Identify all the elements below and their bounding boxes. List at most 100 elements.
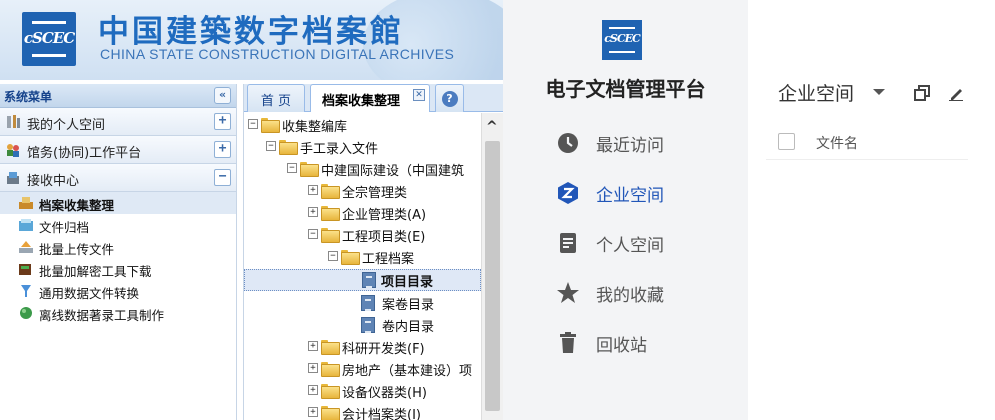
platform-logo: cSCEC <box>602 20 642 60</box>
select-all-checkbox[interactable] <box>778 133 795 150</box>
nav-item-favorites[interactable]: 我的收藏 <box>555 278 735 308</box>
tab-help[interactable]: ? <box>435 84 464 112</box>
menu-group-receiving-center[interactable]: 接收中心 − <box>0 164 236 192</box>
archive-tree: − 收集整编库 − 手工录入文件 − 中建国际建设（中国建筑 + 全宗管理类 +… <box>244 113 481 420</box>
tree-toggle-icon[interactable]: + <box>308 185 318 195</box>
menu-item-offline-tool[interactable]: 离线数据著录工具制作 <box>0 302 236 324</box>
tree-toggle-icon[interactable]: − <box>287 163 297 173</box>
nav-item-personal-space[interactable]: 个人空间 <box>555 228 735 258</box>
folder-icon <box>261 118 280 133</box>
folder-icon <box>321 384 340 399</box>
menu-item-encrypt-tool-download[interactable]: 批量加解密工具下载 <box>0 258 236 280</box>
archive-collect-icon <box>19 197 33 209</box>
tab-home[interactable]: 首 页 <box>247 84 305 112</box>
edit-icon[interactable] <box>948 85 964 101</box>
tree-toggle-icon[interactable]: + <box>308 407 318 417</box>
menu-item-file-archive[interactable]: 文件归档 <box>0 214 236 236</box>
modern-document-platform: cSCEC 电子文档管理平台 最近访问 企业空间 个人空间 我的收藏 回收站 企… <box>503 0 995 420</box>
tools-icon <box>7 115 20 128</box>
tree-toggle-icon[interactable]: − <box>328 251 338 261</box>
menu-item-archive-collection[interactable]: 档案收集整理 <box>0 192 236 214</box>
inbox-icon <box>7 172 19 184</box>
tree-node-label: 案卷目录 <box>382 298 435 313</box>
logo-text: cSCEC <box>23 29 75 47</box>
archive-banner: cSCEC 中国建築数字档案館 CHINA STATE CONSTRUCTION… <box>0 0 503 80</box>
tree-node-label: 会计档案类(I) <box>342 408 421 420</box>
expand-toggle[interactable]: + <box>214 113 231 130</box>
tree-toggle-icon[interactable]: − <box>266 141 276 151</box>
folder-icon <box>321 184 340 199</box>
nav-item-label: 我的收藏 <box>596 286 664 306</box>
file-table-header: 文件名 <box>766 124 968 160</box>
legacy-archive-system: cSCEC 中国建築数字档案館 CHINA STATE CONSTRUCTION… <box>0 0 503 420</box>
tab-archive-collection[interactable]: 档案收集整理 ✕ <box>310 84 430 112</box>
menu-group-label: 馆务(协同)工作平台 <box>27 146 142 161</box>
menu-group-label: 我的个人空间 <box>27 118 106 133</box>
copy-icon[interactable] <box>914 85 930 101</box>
menu-item-label: 档案收集整理 <box>39 198 115 213</box>
tree-scrollbar[interactable]: ^ <box>481 113 503 420</box>
tree-node-label: 收集整编库 <box>282 120 348 135</box>
tab-bar: 首 页 档案收集整理 ✕ ? <box>244 84 503 112</box>
system-menu-panel: 系统菜单 « 我的个人空间 + 馆务(协同)工作平台 + 接收中心 − 档案收集… <box>0 84 237 420</box>
menu-group-collab-platform[interactable]: 馆务(协同)工作平台 + <box>0 136 236 164</box>
tree-toggle-icon[interactable]: − <box>248 119 258 129</box>
close-tab-icon[interactable]: ✕ <box>413 89 425 101</box>
folder-icon <box>321 362 340 377</box>
folder-icon <box>321 340 340 355</box>
trash-icon <box>560 332 576 353</box>
tree-node-label: 工程档案 <box>362 252 415 267</box>
tree-node-label: 中建国际建设（中国建筑 <box>321 164 465 179</box>
tree-node-label: 全宗管理类 <box>342 186 408 201</box>
tree-toggle-icon[interactable]: + <box>308 341 318 351</box>
download-tool-icon <box>19 264 31 275</box>
menu-item-data-conversion[interactable]: 通用数据文件转换 <box>0 280 236 302</box>
banner-title-cn: 中国建築数字档案館 <box>98 14 404 50</box>
star-icon <box>557 282 579 303</box>
caret-down-icon[interactable] <box>873 89 885 95</box>
tree-node-label: 项目目录 <box>381 275 434 290</box>
upload-icon <box>19 241 33 253</box>
tree-toggle-icon[interactable]: + <box>308 207 318 217</box>
document-icon <box>361 317 375 333</box>
scroll-thumb[interactable] <box>485 141 500 411</box>
menu-item-label: 离线数据著录工具制作 <box>39 308 165 323</box>
nav-item-recycle-bin[interactable]: 回收站 <box>555 328 735 358</box>
menu-item-label: 通用数据文件转换 <box>39 286 140 301</box>
tree-node-label: 设备仪器类(H) <box>342 386 427 401</box>
tree-node-selected[interactable]: 项目目录 <box>244 269 481 291</box>
column-header-filename[interactable]: 文件名 <box>816 133 858 153</box>
folder-icon <box>341 250 360 265</box>
platform-main: 企业空间 文件名 <box>748 0 995 420</box>
menu-item-label: 文件归档 <box>39 220 90 235</box>
content-panel: 首 页 档案收集整理 ✕ ? − 收集整编库 − 手工录入文件 − 中建国际建设… <box>243 84 503 420</box>
menu-item-batch-upload[interactable]: 批量上传文件 <box>0 236 236 258</box>
collapse-toggle[interactable]: − <box>214 169 231 186</box>
nav-item-enterprise-space[interactable]: 企业空间 <box>555 178 735 208</box>
menu-group-label: 接收中心 <box>27 174 80 189</box>
scroll-up-icon[interactable]: ^ <box>486 119 498 135</box>
nav-item-recent[interactable]: 最近访问 <box>555 128 735 158</box>
globe-tool-icon <box>20 307 32 319</box>
platform-logo-text: cSCEC <box>604 32 641 45</box>
expand-toggle[interactable]: + <box>214 141 231 158</box>
collapse-menu-button[interactable]: « <box>214 87 231 104</box>
tree-toggle-icon[interactable]: + <box>308 385 318 395</box>
nav-item-label: 个人空间 <box>596 236 664 256</box>
nav-item-label: 最近访问 <box>596 136 664 156</box>
tree-node-label: 企业管理类(A) <box>342 208 427 223</box>
menu-group-personal-space[interactable]: 我的个人空间 + <box>0 108 236 136</box>
document-icon <box>560 233 576 253</box>
nav-item-label: 企业空间 <box>596 186 664 206</box>
enterprise-hex-icon <box>558 182 578 204</box>
folder-icon <box>300 162 319 177</box>
folder-icon <box>321 228 340 243</box>
tree-node-label: 手工录入文件 <box>300 142 379 157</box>
tab-label: 档案收集整理 <box>322 94 401 109</box>
cscec-logo: cSCEC <box>22 12 76 66</box>
tree-toggle-icon[interactable]: + <box>308 363 318 373</box>
workspace-selector[interactable]: 企业空间 <box>778 79 854 106</box>
convert-icon <box>21 285 31 297</box>
tree-toggle-icon[interactable]: − <box>308 229 318 239</box>
platform-sidebar: cSCEC 电子文档管理平台 最近访问 企业空间 个人空间 我的收藏 回收站 <box>503 0 748 420</box>
